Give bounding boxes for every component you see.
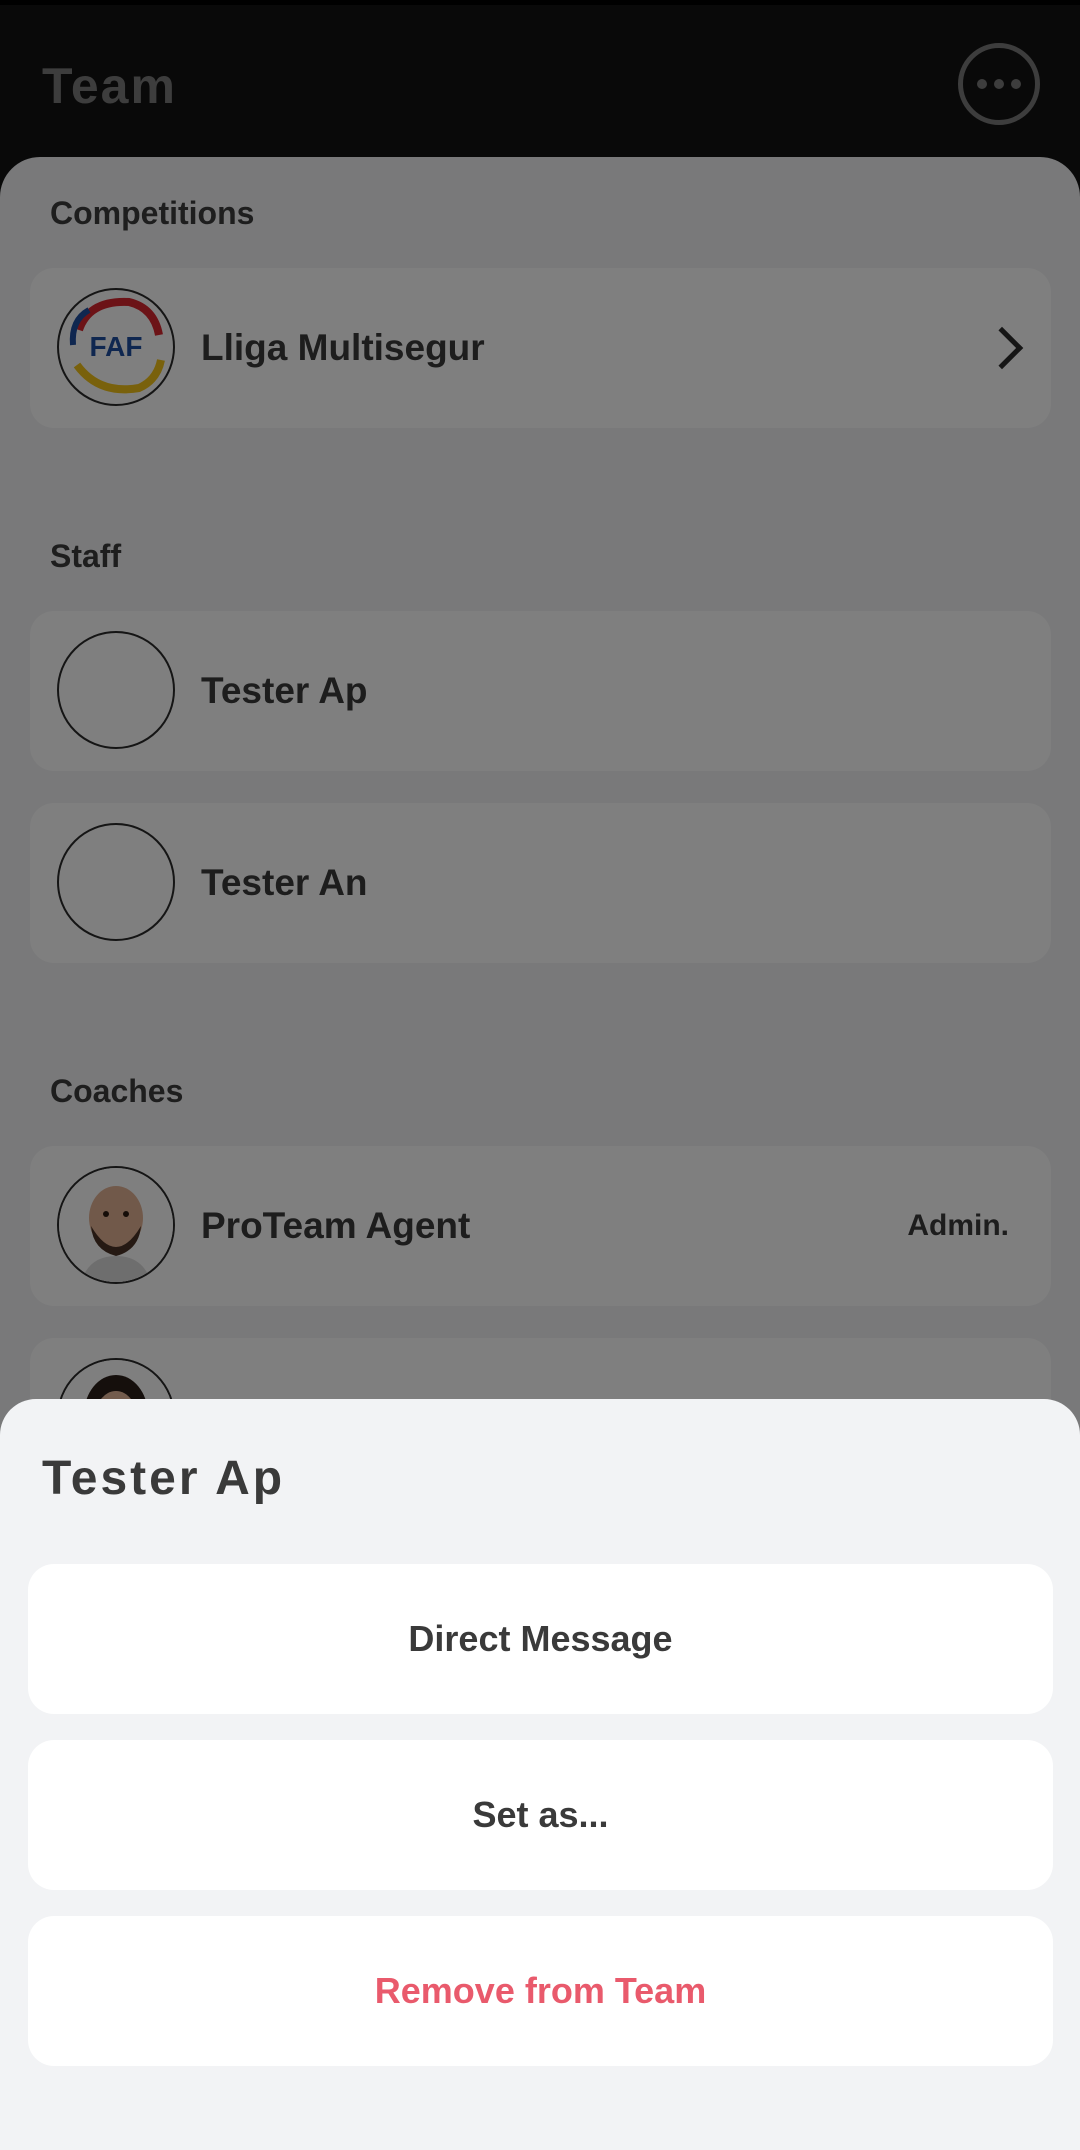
action-sheet: Tester Ap Direct Message Set as... Remov… (0, 1399, 1080, 2150)
remove-from-team-button[interactable]: Remove from Team (28, 1916, 1053, 2066)
set-as-button[interactable]: Set as... (28, 1740, 1053, 1890)
team-screen: Team Competitions FAF Lliga Multisegur (0, 0, 1080, 2150)
direct-message-button[interactable]: Direct Message (28, 1564, 1053, 1714)
sheet-title: Tester Ap (42, 1452, 286, 1505)
